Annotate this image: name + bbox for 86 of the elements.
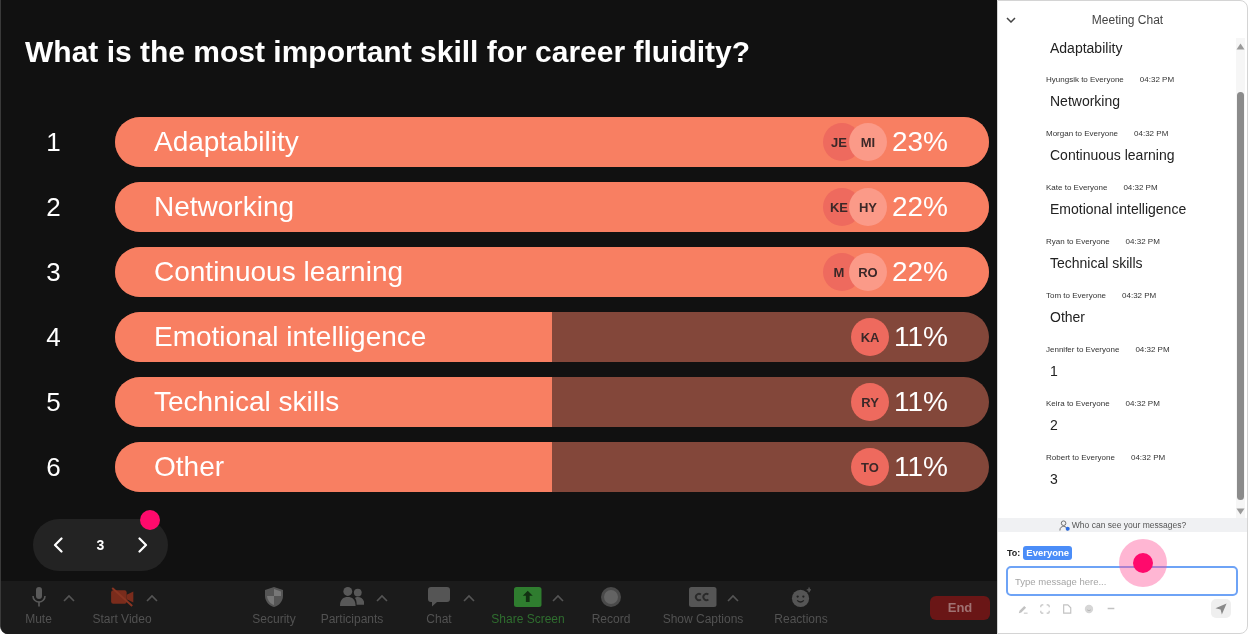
option-percent: 22%	[891, 256, 948, 288]
captions-icon	[689, 587, 717, 607]
dash-icon[interactable]	[1106, 607, 1116, 610]
smiley-icon	[790, 587, 812, 607]
option-label: Continuous learning	[154, 256, 405, 288]
message-time: 04:32 PM	[1139, 74, 1175, 84]
avatar: RY	[851, 383, 890, 421]
sender-name: Tom to Everyone	[1046, 290, 1107, 300]
option-label: Adaptability	[154, 126, 300, 158]
message-time: 04:32 PM	[1125, 398, 1160, 408]
end-button[interactable]: End	[930, 595, 990, 620]
scroll-down-icon[interactable]	[1236, 508, 1245, 515]
sender-name: Robert to Everyone	[1046, 452, 1115, 462]
toolbar-button[interactable]: Share Screen	[491, 587, 565, 626]
caret-icon[interactable]	[463, 594, 475, 602]
option-rank: 2	[45, 191, 62, 223]
panel-title: Meeting Chat	[1090, 12, 1165, 27]
chevron-right-icon[interactable]	[138, 537, 148, 553]
option-rank: 5	[45, 386, 62, 418]
message-text: 3	[1050, 471, 1058, 487]
send-icon	[1215, 602, 1227, 615]
recipient-label: To:	[1007, 547, 1021, 558]
message-text: Continuous learning	[1050, 147, 1175, 163]
send-button[interactable]	[1211, 599, 1231, 618]
microphone-icon	[31, 587, 46, 607]
option-percent: 22%	[891, 191, 948, 223]
file-icon[interactable]	[1062, 603, 1072, 614]
option-label: Other	[154, 451, 226, 483]
poll-question: What is the most important skill for career fluidity?	[24, 34, 752, 70]
record-icon	[601, 587, 621, 607]
message-time: 04:32 PM	[1130, 452, 1166, 462]
option-rank: 4	[45, 321, 62, 353]
sender-name: Hyungsik to Everyone	[1046, 74, 1124, 84]
page-number: 3	[96, 537, 105, 553]
message-text: 2	[1050, 417, 1058, 433]
message-text: Networking	[1050, 93, 1121, 109]
caret-icon[interactable]	[552, 594, 564, 602]
share-screen-icon	[514, 587, 542, 607]
option-percent: 11%	[894, 321, 948, 353]
option-label: Networking	[154, 191, 296, 223]
click-marker-icon	[140, 510, 160, 530]
speech-bubble-icon	[428, 587, 450, 607]
avatar: TO	[851, 448, 890, 486]
option-rank: 1	[45, 126, 62, 158]
message-text: Other	[1050, 309, 1085, 325]
message-time: 04:32 PM	[1125, 236, 1160, 246]
caret-icon[interactable]	[62, 594, 75, 602]
shield-icon	[265, 587, 283, 607]
sender-name: Ryan to Everyone	[1046, 236, 1110, 246]
person-icon	[1058, 519, 1070, 531]
recipient-button[interactable]: Everyone	[1023, 545, 1073, 560]
sender-name: Keira to Everyone	[1046, 398, 1110, 408]
message-time: 04:32 PM	[1122, 290, 1157, 300]
message-time: 04:32 PM	[1134, 128, 1169, 138]
message-text: Technical skills	[1050, 255, 1143, 271]
pen-icon[interactable]	[1018, 603, 1028, 614]
chevron-left-icon[interactable]	[53, 537, 63, 553]
option-rank: 6	[45, 451, 62, 483]
chevron-down-icon[interactable]	[1006, 16, 1016, 23]
message-text: Adaptability	[1050, 40, 1123, 56]
click-marker-icon	[1119, 539, 1167, 587]
option-label: Technical skills	[154, 386, 341, 418]
option-percent: 11%	[894, 386, 948, 418]
message-time: 04:32 PM	[1123, 182, 1158, 192]
caret-icon[interactable]	[146, 594, 158, 602]
message-input[interactable]: Type message here...	[1006, 566, 1238, 596]
caret-icon[interactable]	[376, 594, 388, 602]
scrollbar-thumb[interactable]	[1237, 92, 1244, 500]
scroll-up-icon[interactable]	[1236, 43, 1245, 50]
video-camera-off-icon	[109, 587, 135, 607]
message-time: 04:32 PM	[1135, 344, 1170, 354]
avatar: KA	[851, 318, 890, 356]
crop-icon[interactable]	[1040, 603, 1050, 614]
option-rank: 3	[45, 256, 62, 288]
people-icon	[339, 587, 365, 607]
sender-name: Kate to Everyone	[1046, 182, 1108, 192]
option-percent: 11%	[894, 451, 948, 483]
option-label: Emotional intelligence	[154, 321, 428, 353]
sender-name: Jennifer to Everyone	[1046, 344, 1120, 354]
message-text: 1	[1050, 363, 1058, 379]
caret-icon[interactable]	[727, 594, 739, 602]
option-percent: 23%	[891, 126, 948, 158]
sender-name: Morgan to Everyone	[1046, 128, 1119, 138]
emoji-icon[interactable]	[1084, 603, 1094, 614]
privacy-link[interactable]: Who can see your messages?	[1071, 520, 1187, 530]
message-text: Emotional intelligence	[1050, 201, 1187, 217]
